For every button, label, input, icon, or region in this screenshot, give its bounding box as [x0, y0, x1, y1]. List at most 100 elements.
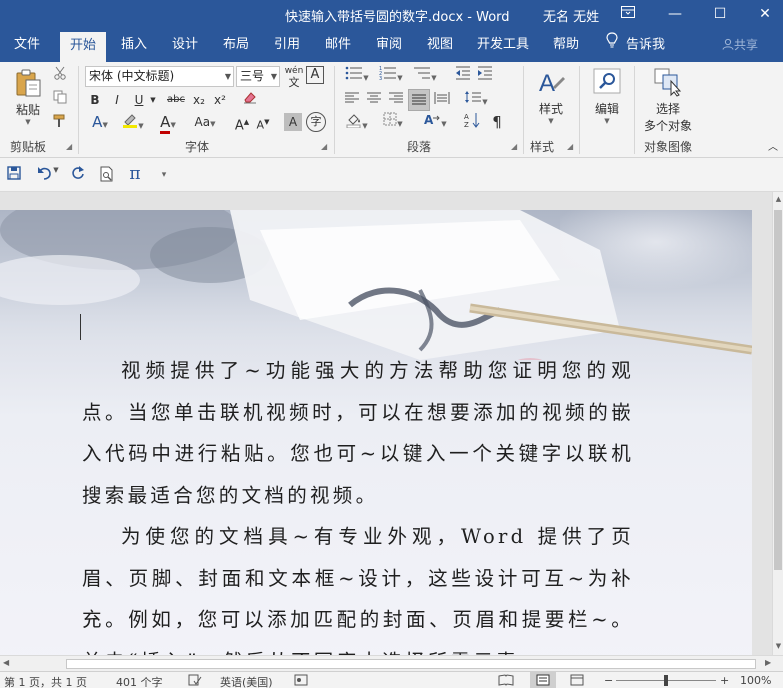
zoom-in-button[interactable]: +: [720, 674, 729, 687]
tab-design[interactable]: 设计: [163, 30, 207, 62]
zoom-level[interactable]: 100%: [740, 674, 771, 687]
justify-icon[interactable]: [408, 89, 430, 111]
font-color-button[interactable]: A▼: [154, 112, 182, 134]
styles-button[interactable]: A 样式 ▼: [532, 67, 570, 125]
person-icon: [722, 31, 734, 61]
word-count[interactable]: 401 个字: [116, 674, 163, 688]
close-button[interactable]: ✕: [745, 0, 783, 30]
tab-mailings[interactable]: 邮件: [316, 30, 360, 62]
enclose-chars-button[interactable]: 字: [306, 112, 326, 132]
chevron-down-icon[interactable]: ▼: [148, 90, 158, 110]
share-button[interactable]: 共享: [722, 30, 758, 62]
tab-developer[interactable]: 开发工具: [470, 30, 536, 62]
language-indicator[interactable]: 英语(美国): [220, 674, 273, 688]
print-layout-icon[interactable]: [530, 672, 556, 688]
underline-button[interactable]: U: [130, 90, 148, 110]
page-count[interactable]: 第 1 页，共 1 页: [4, 674, 87, 688]
window-title: 快速输入带括号圆的数字.docx - Word: [285, 10, 510, 25]
paragraph[interactable]: 为使您的文档具~有专业外观，Word 提供了页眉、页脚、封面和文本框~设计，这些…: [82, 516, 634, 655]
font-name-combo[interactable]: 宋体 (中文标题) ▼: [85, 66, 234, 87]
zoom-slider-thumb[interactable]: [664, 675, 668, 686]
print-preview-icon[interactable]: [99, 166, 115, 184]
scroll-left-icon[interactable]: ◀: [3, 658, 9, 667]
cut-icon[interactable]: [50, 66, 70, 86]
copy-icon[interactable]: [50, 90, 70, 110]
paste-button[interactable]: 粘贴 ▼: [10, 68, 46, 126]
tab-insert[interactable]: 插入: [112, 30, 156, 62]
vertical-scroll-thumb[interactable]: [774, 210, 782, 570]
borders-icon[interactable]: ▼: [378, 112, 408, 132]
line-spacing-icon[interactable]: ▼: [461, 90, 491, 110]
strikethrough-button[interactable]: abc: [164, 90, 188, 110]
align-left-icon[interactable]: [342, 90, 362, 110]
vertical-scrollbar[interactable]: ▲ ▼: [772, 192, 783, 655]
user-name[interactable]: 无名 无姓: [543, 6, 599, 25]
font-size-combo[interactable]: 三号 ▼: [236, 66, 280, 87]
editing-button[interactable]: 编辑 ▼: [588, 67, 626, 125]
read-mode-icon[interactable]: [498, 674, 514, 688]
undo-icon[interactable]: ▼: [34, 166, 62, 184]
customize-qat-icon[interactable]: ▾: [158, 166, 170, 184]
tab-home[interactable]: 开始: [60, 32, 106, 62]
shading-icon[interactable]: ▼: [342, 112, 372, 132]
paragraph[interactable]: 视频提供了~功能强大的方法帮助您证明您的观点。当您单击联机视频时，可以在想要添加…: [82, 350, 634, 516]
equation-icon[interactable]: π: [126, 166, 144, 184]
increase-indent-icon[interactable]: [475, 66, 495, 86]
text-effects-button[interactable]: A▼: [86, 112, 114, 132]
shrink-font-button[interactable]: A▼: [254, 112, 272, 132]
char-border-button[interactable]: A: [306, 66, 324, 84]
document-page[interactable]: 视频提供了~功能强大的方法帮助您证明您的观点。当您单击联机视频时，可以在想要添加…: [0, 210, 752, 655]
tab-review[interactable]: 审阅: [367, 30, 411, 62]
tab-layout[interactable]: 布局: [214, 30, 258, 62]
minimize-button[interactable]: —: [655, 0, 695, 30]
phonetic-guide-button[interactable]: wén 文: [284, 66, 304, 88]
clipboard-launcher-icon[interactable]: ◢: [66, 142, 72, 151]
multilevel-list-icon[interactable]: ▼: [410, 66, 440, 86]
distributed-icon[interactable]: [432, 90, 452, 110]
collapse-ribbon-icon[interactable]: ︿: [766, 138, 780, 158]
decrease-indent-icon[interactable]: [453, 66, 473, 86]
align-right-icon[interactable]: [386, 90, 406, 110]
numbering-icon[interactable]: 1 2 3 ▼: [376, 66, 406, 86]
select-multiple-objects-button[interactable]: 选择 多个对象: [640, 67, 696, 134]
show-marks-icon[interactable]: ¶: [487, 112, 507, 132]
save-icon[interactable]: [6, 166, 22, 184]
scroll-up-icon[interactable]: ▲: [773, 195, 783, 203]
format-painter-icon[interactable]: [50, 114, 70, 134]
superscript-button[interactable]: x²: [211, 90, 229, 110]
change-case-button[interactable]: Aa▼: [188, 112, 222, 132]
scroll-down-icon[interactable]: ▼: [773, 642, 783, 650]
font-launcher-icon[interactable]: ◢: [321, 142, 327, 151]
subscript-button[interactable]: x₂: [190, 90, 208, 110]
scroll-right-icon[interactable]: ▶: [765, 658, 771, 667]
grow-font-button[interactable]: A▲: [233, 112, 251, 133]
ribbon-display-icon[interactable]: [608, 0, 648, 30]
sort-icon[interactable]: AZ: [462, 112, 482, 132]
zoom-out-button[interactable]: −: [604, 674, 613, 687]
macro-record-icon[interactable]: [294, 674, 308, 688]
font-group-label: 字体: [185, 140, 210, 154]
maximize-button[interactable]: ☐: [700, 0, 740, 30]
clear-format-icon[interactable]: [240, 90, 260, 110]
tell-me-search[interactable]: 告诉我: [606, 30, 665, 62]
bullets-icon[interactable]: ▼: [342, 66, 372, 86]
web-layout-icon[interactable]: [570, 674, 584, 688]
char-shading-button[interactable]: A: [284, 113, 302, 131]
proofing-icon[interactable]: [188, 674, 202, 688]
horizontal-scrollbar[interactable]: ◀ ▶: [0, 655, 783, 671]
tab-file[interactable]: 文件: [4, 30, 50, 62]
styles-launcher-icon[interactable]: ◢: [567, 142, 573, 151]
align-center-icon[interactable]: [364, 90, 384, 110]
highlight-color-button[interactable]: ▼: [119, 112, 147, 132]
tab-references[interactable]: 引用: [265, 30, 309, 62]
redo-icon[interactable]: [70, 166, 86, 184]
tab-help[interactable]: 帮助: [544, 30, 588, 62]
tab-view[interactable]: 视图: [418, 30, 462, 62]
text-direction-icon[interactable]: A ▼: [420, 112, 450, 132]
horizontal-scroll-thumb[interactable]: [66, 659, 756, 669]
paragraph-launcher-icon[interactable]: ◢: [511, 142, 517, 151]
bold-button[interactable]: B: [86, 90, 104, 110]
chevron-down-icon: ▼: [138, 122, 144, 130]
document-body[interactable]: 视频提供了~功能强大的方法帮助您证明您的观点。当您单击联机视频时，可以在想要添加…: [82, 350, 634, 655]
italic-button[interactable]: I: [108, 90, 126, 110]
